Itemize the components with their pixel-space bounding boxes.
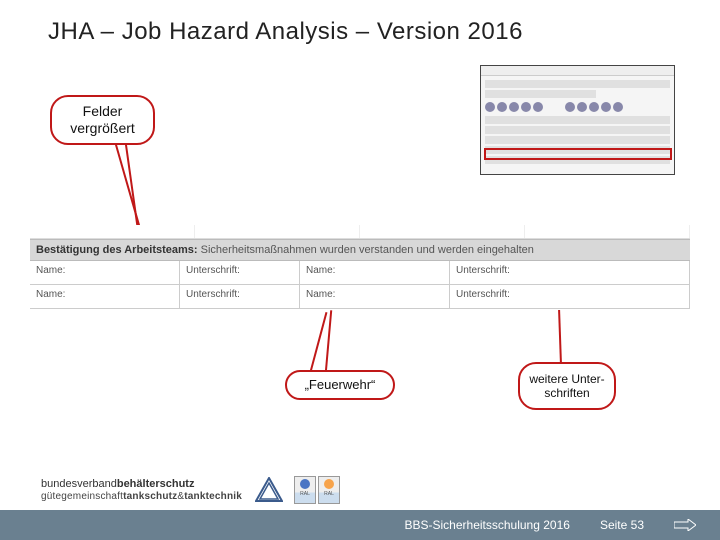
callout-weitere: weitere Unter-schriften xyxy=(518,362,616,410)
slide-footer: bundesverbandbehälterschutz gütegemeinsc… xyxy=(0,470,720,540)
form-header: Bestätigung des Arbeitsteams: Sicherheit… xyxy=(30,239,690,261)
page-label: Seite xyxy=(600,518,627,532)
callout-feuerwehr: „Feuerwehr“ xyxy=(285,370,395,400)
footer-training-text: BBS-Sicherheitsschulung 2016 xyxy=(405,518,570,532)
triangle-logo-icon xyxy=(254,477,284,503)
logo-bundesverband: bundesverbandbehälterschutz gütegemeinsc… xyxy=(41,478,242,502)
logo-guete-a: gütegemeinschaft xyxy=(41,491,123,502)
signature-label: Unterschrift: xyxy=(180,285,300,308)
logo-guete-b: tankschutz xyxy=(123,491,177,502)
callout-feuerwehr-text: „Feuerwehr“ xyxy=(305,377,376,393)
name-label: Name: xyxy=(300,285,450,308)
thumbnail-highlight-box xyxy=(484,148,672,160)
leader-line xyxy=(558,310,562,365)
signature-label: Unterschrift: xyxy=(180,261,300,284)
logo-guete-d: tanktechnik xyxy=(184,491,242,502)
form-thumbnail xyxy=(480,65,675,175)
logo-bv-text-a: bundesverband xyxy=(41,478,117,490)
form-row: Name: Unterschrift: Name: Unterschrift: xyxy=(30,285,690,309)
ral-badges: RAL RAL xyxy=(294,476,340,504)
form-row: Name: Unterschrift: Name: Unterschrift: xyxy=(30,261,690,285)
signature-label: Unterschrift: xyxy=(450,285,690,308)
name-label: Name: xyxy=(30,261,180,284)
form-zoom-panel: Bestätigung des Arbeitsteams: Sicherheit… xyxy=(30,225,690,309)
slide-title: JHA – Job Hazard Analysis – Version 2016 xyxy=(0,0,720,46)
next-arrow-icon xyxy=(674,519,696,531)
form-header-bold: Bestätigung des Arbeitsteams: xyxy=(36,244,198,256)
ral-badge-icon: RAL xyxy=(318,476,340,504)
signature-label: Unterschrift: xyxy=(450,261,690,284)
ral-badge-icon: RAL xyxy=(294,476,316,504)
callout-felder: Felder vergrößert xyxy=(50,95,155,145)
name-label: Name: xyxy=(30,285,180,308)
leader-line xyxy=(325,310,332,370)
form-header-rest: Sicherheitsmaßnahmen wurden verstanden u… xyxy=(198,244,534,256)
page-indicator: Seite 53 xyxy=(600,518,644,532)
callout-weitere-text: weitere Unter-schriften xyxy=(520,372,614,401)
name-label: Name: xyxy=(300,261,450,284)
callout-felder-text: Felder vergrößert xyxy=(70,103,135,137)
logo-bv-text-b: behälterschutz xyxy=(117,478,195,490)
page-number: 53 xyxy=(631,518,644,532)
